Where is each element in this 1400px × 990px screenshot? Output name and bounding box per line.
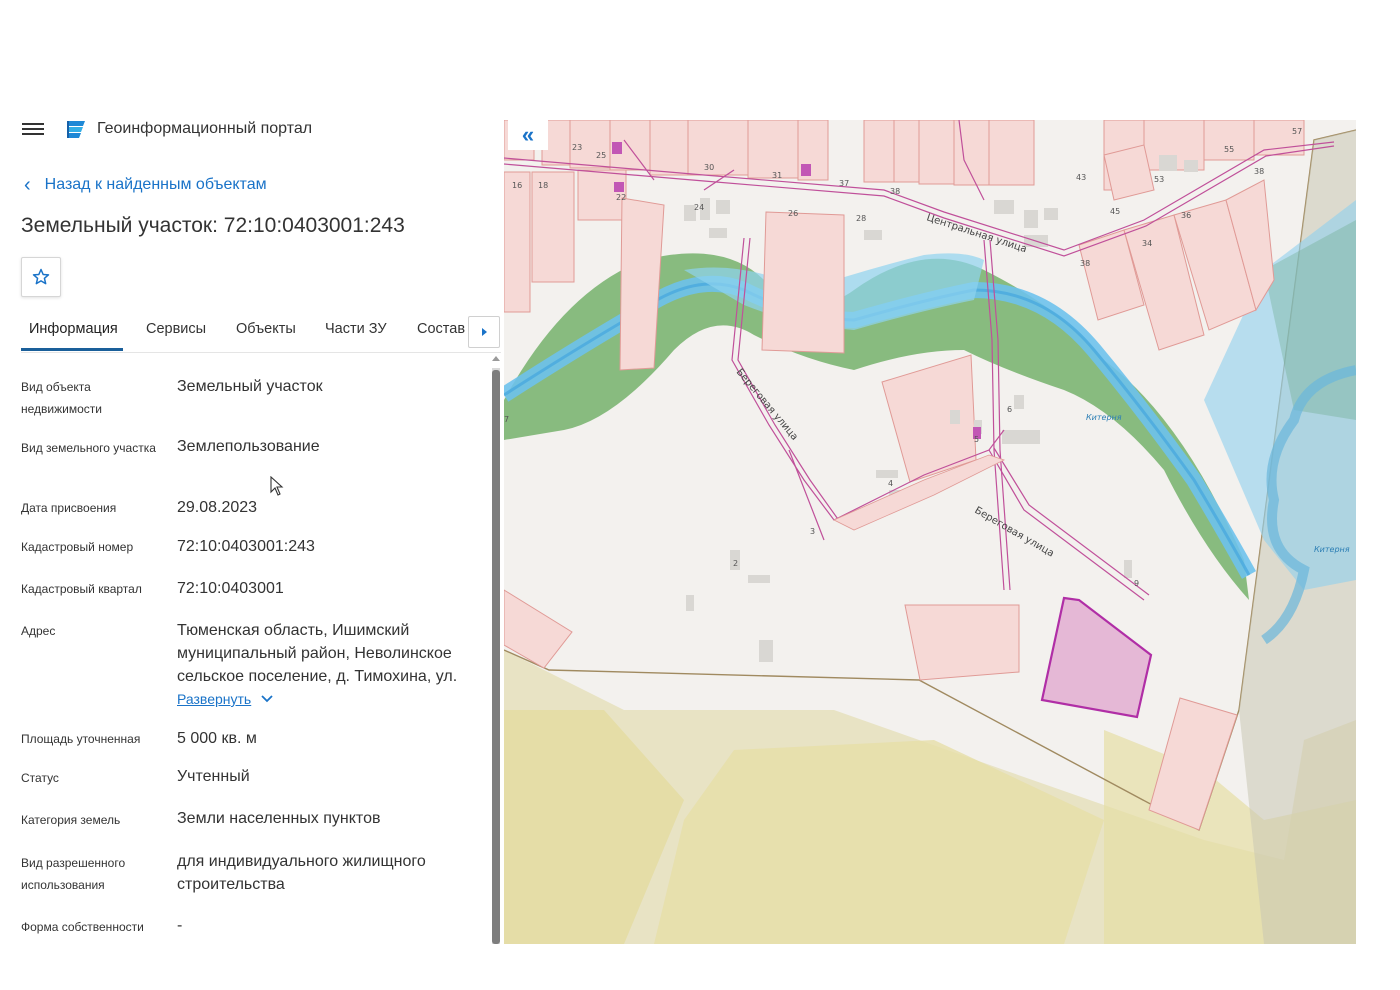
app-title: Геоинформационный портал <box>97 120 313 137</box>
svg-text:9: 9 <box>1134 579 1139 588</box>
property-label: Кадастровый номер <box>21 540 134 554</box>
tab-composition[interactable]: Состав <box>417 321 465 337</box>
svg-text:7: 7 <box>504 415 509 424</box>
property-label: Вид разрешенного использования <box>21 856 126 892</box>
svg-text:37: 37 <box>839 179 849 188</box>
property-label: Вид объекта недвижимости <box>21 380 102 416</box>
svg-text:2: 2 <box>733 559 738 568</box>
collapse-panel-button[interactable]: « <box>508 120 548 150</box>
tab-information[interactable]: Информация <box>29 321 118 337</box>
active-tab-indicator <box>21 348 123 351</box>
tab-services[interactable]: Сервисы <box>146 321 206 337</box>
property-value: - <box>177 917 183 934</box>
svg-text:34: 34 <box>1142 239 1152 248</box>
svg-text:55: 55 <box>1224 145 1234 154</box>
svg-text:38: 38 <box>1254 167 1264 176</box>
svg-text:28: 28 <box>856 214 866 223</box>
property-value: Землепользование <box>177 438 320 455</box>
property-value: Земли населенных пунктов <box>177 810 381 827</box>
svg-text:53: 53 <box>1154 175 1164 184</box>
svg-text:22: 22 <box>616 193 626 202</box>
address-value: Тюменская область, Ишимский муниципальны… <box>177 622 458 685</box>
property-value: 72:10:0403001:243 <box>177 538 315 555</box>
svg-text:45: 45 <box>1110 207 1120 216</box>
svg-text:31: 31 <box>772 171 782 180</box>
favorite-button[interactable] <box>21 257 61 297</box>
mouse-cursor-icon <box>270 476 284 496</box>
property-value: для индивидуального жилищного строительс… <box>177 853 426 893</box>
svg-text:3: 3 <box>810 527 815 536</box>
property-value: 5 000 кв. м <box>177 730 257 747</box>
svg-text:16: 16 <box>512 181 522 190</box>
app-header: Геоинформационный портал <box>0 110 500 150</box>
double-chevron-left-icon: « <box>521 122 535 147</box>
svg-text:38: 38 <box>890 187 900 196</box>
svg-text:23: 23 <box>572 143 582 152</box>
back-link-label: Назад к найденным объектам <box>44 176 267 193</box>
tab-objects[interactable]: Объекты <box>236 321 296 337</box>
chevron-left-icon: ‹ <box>24 174 31 196</box>
svg-text:43: 43 <box>1076 173 1086 182</box>
tab-parts[interactable]: Части ЗУ <box>325 321 387 337</box>
water-label: Китерня <box>1086 413 1122 422</box>
tabs-scroll-right-button[interactable] <box>468 316 500 348</box>
star-outline-icon <box>32 268 50 285</box>
svg-text:5: 5 <box>974 435 979 444</box>
tab-bar: Информация Сервисы Объекты Части ЗУ Сост… <box>21 314 501 353</box>
svg-text:26: 26 <box>788 209 798 218</box>
property-label: Вид земельного участка <box>21 441 156 455</box>
scrollbar-thumb[interactable] <box>492 370 500 944</box>
svg-text:57: 57 <box>1292 127 1302 136</box>
map-canvas[interactable]: Центральная улица Береговая улица Берего… <box>504 120 1356 944</box>
hamburger-menu-icon[interactable] <box>22 120 44 138</box>
svg-text:25: 25 <box>596 151 606 160</box>
street-label: Береговая улица <box>734 367 800 443</box>
svg-text:6: 6 <box>1007 405 1012 414</box>
page-title: Земельный участок: 72:10:0403001:243 <box>21 214 405 237</box>
svg-text:4: 4 <box>888 479 893 488</box>
property-label: Кадастровый квартал <box>21 582 142 596</box>
property-label: Адрес <box>21 624 56 638</box>
property-value: 29.08.2023 <box>177 499 258 516</box>
property-value: 72:10:0403001 <box>177 580 284 597</box>
svg-text:30: 30 <box>704 163 714 172</box>
back-to-results-link[interactable]: ‹ Назад к найденным объектам <box>24 174 267 196</box>
map-view[interactable]: Центральная улица Береговая улица Берего… <box>504 120 1356 944</box>
chevron-right-icon <box>481 328 487 336</box>
svg-text:36: 36 <box>1181 211 1191 220</box>
property-label: Категория земель <box>21 813 121 827</box>
expand-link[interactable]: Развернуть <box>177 691 251 707</box>
property-label: Дата присвоения <box>21 501 117 515</box>
street-label: Береговая улица <box>973 505 1056 559</box>
property-value: Земельный участок <box>177 378 323 395</box>
field-area <box>654 740 1104 944</box>
svg-text:18: 18 <box>538 181 548 190</box>
water-label: Китерня <box>1314 545 1350 554</box>
property-label: Статус <box>21 771 59 785</box>
status-value: Учтенный <box>177 768 250 785</box>
portal-logo-icon <box>67 121 85 138</box>
chevron-down-icon <box>261 695 273 703</box>
svg-text:38: 38 <box>1080 259 1090 268</box>
address-expand-toggle[interactable]: Развернуть <box>177 691 273 707</box>
property-label: Форма собственности <box>21 920 144 934</box>
property-label: Площадь уточненная <box>21 732 141 746</box>
scroll-up-arrow[interactable] <box>492 356 500 361</box>
svg-text:24: 24 <box>694 203 704 212</box>
selected-parcel[interactable] <box>1040 596 1153 719</box>
